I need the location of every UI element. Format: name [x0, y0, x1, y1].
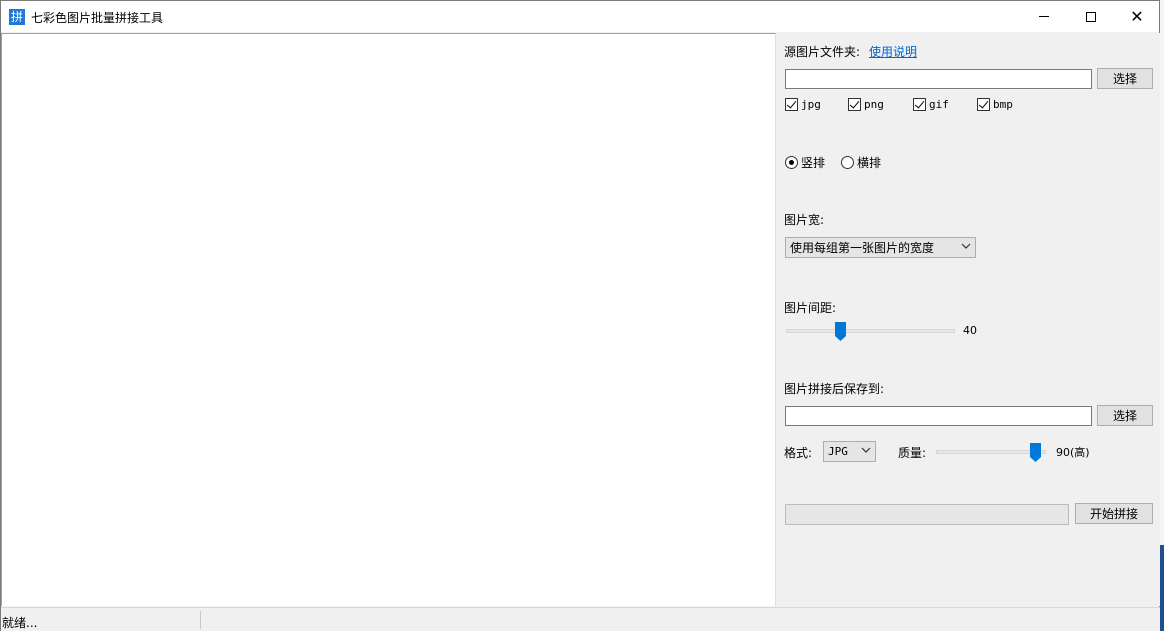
spacing-value: 40	[963, 324, 977, 337]
output-format-selected: JPG	[828, 445, 848, 458]
source-folder-label: 源图片文件夹:	[784, 45, 861, 59]
maximize-icon	[1086, 11, 1096, 22]
status-bar: 就绪...	[1, 607, 1161, 631]
quality-label: 质量:	[898, 446, 927, 460]
spacing-slider-track[interactable]	[786, 329, 955, 333]
status-separator	[200, 611, 201, 629]
close-button[interactable]: ✕	[1114, 1, 1160, 32]
background-window-edge-blue	[1160, 545, 1164, 631]
checkbox-checked-icon	[913, 98, 926, 111]
format-bmp-label: bmp	[993, 98, 1013, 111]
radio-selected-icon	[785, 156, 798, 169]
output-format-select[interactable]: JPG	[823, 441, 876, 462]
app-icon: 拼	[9, 9, 25, 25]
maximize-button[interactable]	[1068, 1, 1114, 32]
settings-panel: 源图片文件夹: 使用说明 选择 jpg png gif bmp 竖排 横排 图片…	[777, 33, 1161, 606]
format-jpg-checkbox[interactable]: jpg	[785, 98, 821, 111]
preview-canvas	[1, 33, 776, 606]
start-stitch-button[interactable]: 开始拼接	[1075, 503, 1153, 524]
chevron-down-icon	[861, 447, 871, 453]
format-gif-checkbox[interactable]: gif	[913, 98, 949, 111]
format-png-label: png	[864, 98, 884, 111]
radio-unselected-icon	[841, 156, 854, 169]
progress-bar	[785, 504, 1069, 525]
image-width-select[interactable]: 使用每组第一张图片的宽度	[785, 237, 976, 258]
output-folder-input[interactable]	[785, 406, 1092, 426]
layout-horizontal-radio[interactable]: 横排	[841, 154, 881, 171]
output-browse-button[interactable]: 选择	[1097, 405, 1153, 426]
checkbox-checked-icon	[785, 98, 798, 111]
format-bmp-checkbox[interactable]: bmp	[977, 98, 1013, 111]
image-width-selected: 使用每组第一张图片的宽度	[790, 241, 935, 255]
source-browse-button[interactable]: 选择	[1097, 68, 1153, 89]
spacing-slider-thumb[interactable]	[835, 322, 847, 341]
checkbox-checked-icon	[848, 98, 861, 111]
format-jpg-label: jpg	[801, 98, 821, 111]
checkbox-checked-icon	[977, 98, 990, 111]
help-link[interactable]: 使用说明	[869, 43, 917, 60]
quality-slider-thumb[interactable]	[1030, 443, 1041, 462]
background-window-edge	[1160, 0, 1164, 631]
format-label: 格式:	[784, 446, 813, 460]
chevron-down-icon	[961, 243, 971, 249]
save-to-label: 图片拼接后保存到:	[784, 382, 885, 396]
format-gif-label: gif	[929, 98, 949, 111]
image-spacing-label: 图片间距:	[784, 301, 837, 315]
minimize-icon	[1039, 16, 1049, 17]
minimize-button[interactable]	[1021, 1, 1067, 32]
window-title: 七彩色图片批量拼接工具	[31, 11, 164, 25]
format-png-checkbox[interactable]: png	[848, 98, 884, 111]
source-folder-input[interactable]	[785, 69, 1092, 89]
image-width-label: 图片宽:	[784, 213, 825, 227]
layout-vertical-label: 竖排	[801, 156, 826, 170]
app-window: 拼 七彩色图片批量拼接工具 ✕ 源图片文件夹: 使用说明 选择 jpg png …	[0, 0, 1161, 631]
status-text: 就绪...	[2, 616, 38, 630]
layout-horizontal-label: 横排	[857, 156, 882, 170]
layout-vertical-radio[interactable]: 竖排	[785, 154, 825, 171]
quality-value: 90(高)	[1056, 446, 1090, 459]
title-bar[interactable]: 拼 七彩色图片批量拼接工具 ✕	[1, 1, 1159, 32]
close-icon: ✕	[1130, 6, 1144, 26]
